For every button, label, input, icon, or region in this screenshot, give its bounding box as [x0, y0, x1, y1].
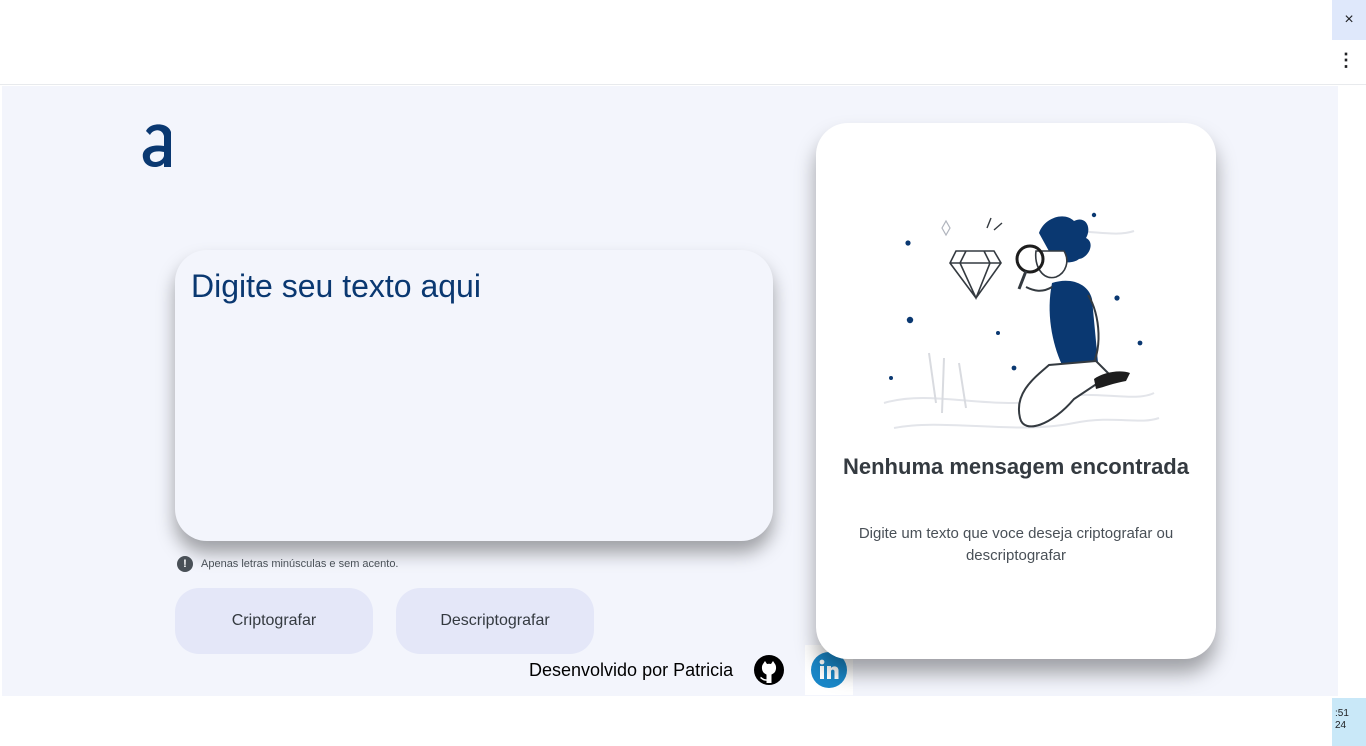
- close-icon[interactable]: ×: [1332, 0, 1366, 40]
- footer: Desenvolvido por Patricia: [529, 645, 854, 695]
- app-page: ! Apenas letras minúsculas e sem acento.…: [2, 86, 1338, 696]
- input-hint: ! Apenas letras minúsculas e sem acento.: [177, 556, 399, 572]
- footer-credit: Desenvolvido por Patricia: [529, 659, 734, 680]
- clock-line-2: 24: [1335, 720, 1347, 731]
- hint-text: Apenas letras minúsculas e sem acento.: [201, 558, 399, 570]
- browser-top-strip: × ⋮: [0, 0, 1366, 85]
- info-icon: !: [177, 556, 193, 572]
- output-message: Digite um texto que voce deseja criptogr…: [858, 525, 1174, 564]
- output-card: Nenhuma mensagem encontrada Digite um te…: [816, 123, 1216, 659]
- clock-line-1: :51: [1335, 708, 1349, 719]
- detective-illustration: [883, 212, 1160, 429]
- github-icon: [754, 655, 785, 685]
- menu-icon[interactable]: ⋮: [1334, 48, 1358, 72]
- github-link[interactable]: [745, 646, 794, 694]
- text-input-card: [175, 250, 773, 541]
- system-clock: :51 24: [1332, 698, 1366, 746]
- message-textarea[interactable]: [191, 268, 751, 518]
- output-title: Nenhuma mensagem encontrada: [843, 454, 1189, 479]
- alura-logo-icon[interactable]: [140, 114, 176, 170]
- encrypt-button[interactable]: Criptografar: [175, 588, 373, 654]
